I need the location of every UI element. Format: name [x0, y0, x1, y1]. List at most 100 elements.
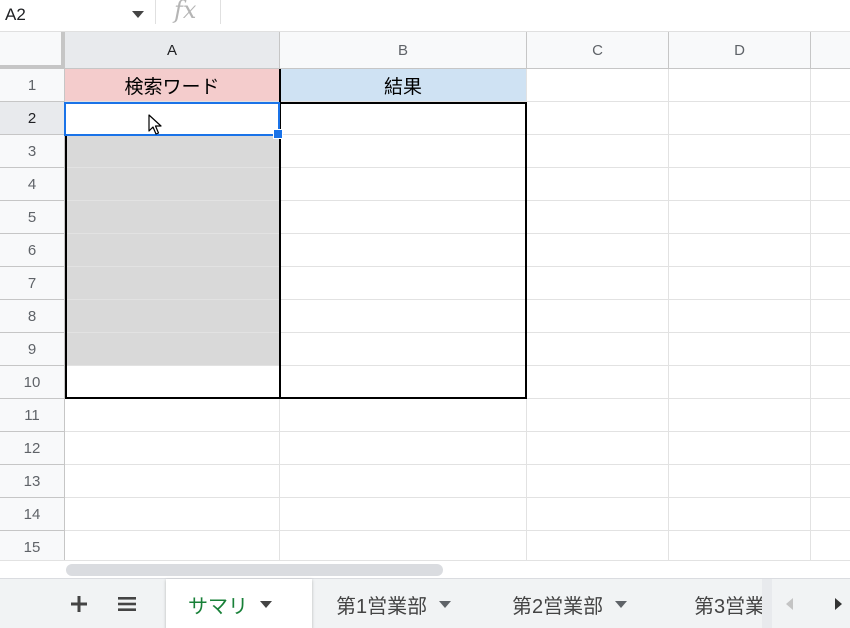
- row-header-8[interactable]: 8: [0, 300, 65, 333]
- cell-b4[interactable]: [280, 168, 527, 201]
- row-header-11[interactable]: 11: [0, 399, 65, 432]
- row-header-5[interactable]: 5: [0, 201, 65, 234]
- cell-a1[interactable]: 検索ワード: [65, 69, 280, 102]
- cell-c11[interactable]: [527, 399, 669, 432]
- cell-e7[interactable]: [811, 267, 850, 300]
- cell-c15[interactable]: [527, 531, 669, 560]
- cell-c6[interactable]: [527, 234, 669, 267]
- cell-a7[interactable]: [65, 267, 280, 300]
- cell-d13[interactable]: [669, 465, 811, 498]
- cell-c12[interactable]: [527, 432, 669, 465]
- chevron-left-icon[interactable]: [780, 594, 800, 614]
- cell-a9[interactable]: [65, 333, 280, 366]
- cell-e5[interactable]: [811, 201, 850, 234]
- cell-a14[interactable]: [65, 498, 280, 531]
- cell-e1[interactable]: [811, 69, 850, 102]
- cell-d2[interactable]: [669, 102, 811, 135]
- row-header-12[interactable]: 12: [0, 432, 65, 465]
- row-header-1[interactable]: 1: [0, 69, 65, 102]
- cell-b2[interactable]: [280, 102, 527, 135]
- cell-e2[interactable]: [811, 102, 850, 135]
- cell-c5[interactable]: [527, 201, 669, 234]
- cell-d10[interactable]: [669, 366, 811, 399]
- row-header-15[interactable]: 15: [0, 531, 65, 560]
- sheet-tab-sales-1[interactable]: 第1営業部: [314, 579, 486, 628]
- formula-input[interactable]: [222, 0, 850, 30]
- cell-a10[interactable]: [65, 366, 280, 399]
- row-header-14[interactable]: 14: [0, 498, 65, 531]
- cell-e14[interactable]: [811, 498, 850, 531]
- cell-a13[interactable]: [65, 465, 280, 498]
- cell-c9[interactable]: [527, 333, 669, 366]
- cell-d3[interactable]: [669, 135, 811, 168]
- row-header-6[interactable]: 6: [0, 234, 65, 267]
- column-header-d[interactable]: D: [669, 32, 811, 69]
- fill-handle[interactable]: [273, 129, 283, 139]
- row-header-9[interactable]: 9: [0, 333, 65, 366]
- cell-a4[interactable]: [65, 168, 280, 201]
- column-header-b[interactable]: B: [280, 32, 527, 69]
- chevron-down-icon[interactable]: [260, 600, 272, 608]
- cell-c1[interactable]: [527, 69, 669, 102]
- cell-e3[interactable]: [811, 135, 850, 168]
- name-box-dropdown-icon[interactable]: [132, 11, 144, 18]
- column-header-c[interactable]: C: [527, 32, 669, 69]
- cell-e4[interactable]: [811, 168, 850, 201]
- sheet-tab-sales-2[interactable]: 第2営業部: [490, 579, 662, 628]
- chevron-down-icon[interactable]: [439, 600, 452, 608]
- menu-lines-icon[interactable]: [116, 593, 138, 615]
- cell-c4[interactable]: [527, 168, 669, 201]
- cell-a2[interactable]: [65, 102, 280, 135]
- cell-b9[interactable]: [280, 333, 527, 366]
- cell-c8[interactable]: [527, 300, 669, 333]
- cell-b15[interactable]: [280, 531, 527, 560]
- cell-d14[interactable]: [669, 498, 811, 531]
- row-header-4[interactable]: 4: [0, 168, 65, 201]
- sheet-tab-sales-3[interactable]: 第3営業部: [672, 579, 762, 628]
- cell-b13[interactable]: [280, 465, 527, 498]
- cell-a5[interactable]: [65, 201, 280, 234]
- cell-b1[interactable]: 結果: [280, 69, 527, 102]
- cell-d4[interactable]: [669, 168, 811, 201]
- cell-b10[interactable]: [280, 366, 527, 399]
- row-header-13[interactable]: 13: [0, 465, 65, 498]
- cell-e8[interactable]: [811, 300, 850, 333]
- row-header-2[interactable]: 2: [0, 102, 65, 135]
- cell-e15[interactable]: [811, 531, 850, 560]
- row-header-7[interactable]: 7: [0, 267, 65, 300]
- cell-d8[interactable]: [669, 300, 811, 333]
- cell-a11[interactable]: [65, 399, 280, 432]
- cell-d12[interactable]: [669, 432, 811, 465]
- cell-b11[interactable]: [280, 399, 527, 432]
- row-header-3[interactable]: 3: [0, 135, 65, 168]
- select-all-corner[interactable]: [0, 32, 65, 69]
- cell-e13[interactable]: [811, 465, 850, 498]
- cell-e6[interactable]: [811, 234, 850, 267]
- cell-b7[interactable]: [280, 267, 527, 300]
- cell-d5[interactable]: [669, 201, 811, 234]
- row-header-10[interactable]: 10: [0, 366, 65, 399]
- sheet-tab-summary[interactable]: サマリ: [166, 579, 312, 628]
- cell-d7[interactable]: [669, 267, 811, 300]
- cell-d15[interactable]: [669, 531, 811, 560]
- cell-c10[interactable]: [527, 366, 669, 399]
- cell-d1[interactable]: [669, 69, 811, 102]
- cell-d6[interactable]: [669, 234, 811, 267]
- cell-e9[interactable]: [811, 333, 850, 366]
- cell-b5[interactable]: [280, 201, 527, 234]
- cell-b8[interactable]: [280, 300, 527, 333]
- cell-b3[interactable]: [280, 135, 527, 168]
- cell-c7[interactable]: [527, 267, 669, 300]
- column-header-a[interactable]: A: [65, 32, 280, 69]
- chevron-down-icon[interactable]: [615, 600, 628, 608]
- cell-a8[interactable]: [65, 300, 280, 333]
- cell-a6[interactable]: [65, 234, 280, 267]
- cell-b12[interactable]: [280, 432, 527, 465]
- scrollbar-thumb[interactable]: [66, 564, 443, 576]
- cell-a3[interactable]: [65, 135, 280, 168]
- cell-c3[interactable]: [527, 135, 669, 168]
- cell-b6[interactable]: [280, 234, 527, 267]
- cell-a12[interactable]: [65, 432, 280, 465]
- cell-e11[interactable]: [811, 399, 850, 432]
- cell-c2[interactable]: [527, 102, 669, 135]
